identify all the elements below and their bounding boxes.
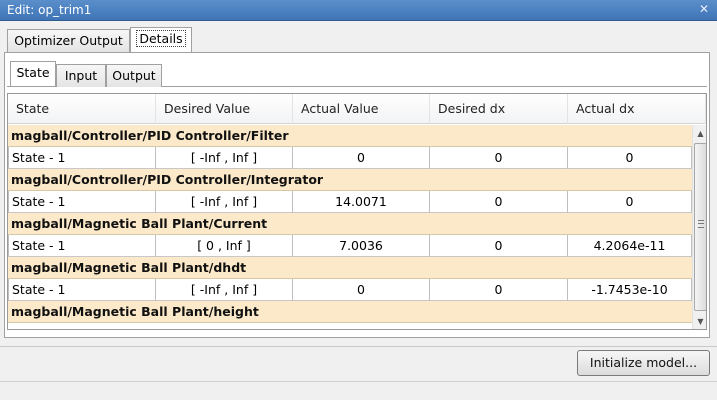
scrollbar-thumb[interactable] xyxy=(694,143,706,311)
cell-desired-value[interactable]: [ -Inf , Inf ] xyxy=(156,191,293,213)
tab-optimizer-output-label: Optimizer Output xyxy=(14,33,123,48)
cell-desired-dx[interactable]: 0 xyxy=(430,147,568,169)
tab-details-label: Details xyxy=(136,30,186,47)
cell-desired-value[interactable]: [ 0 , Inf ] xyxy=(156,235,293,257)
tab-output[interactable]: Output xyxy=(106,64,162,87)
vertical-scrollbar[interactable]: ▲ ▼ xyxy=(692,125,706,329)
window-title: Edit: op_trim1 xyxy=(7,3,92,17)
cell-desired-dx[interactable]: 0 xyxy=(430,279,568,301)
tab-details[interactable]: Details xyxy=(130,27,192,52)
table-row[interactable]: State - 1 [ 0 , Inf ] 7.0036 0 4.2064e-1… xyxy=(8,235,692,257)
table-row[interactable]: State - 1 [ -Inf , Inf ] 0 0 -1.7453e-10 xyxy=(8,279,692,301)
title-bar: Edit: op_trim1 ✕ xyxy=(0,0,717,21)
tab-state[interactable]: State xyxy=(10,61,56,86)
group-row-filter[interactable]: magball/Controller/PID Controller/Filter xyxy=(8,125,692,147)
group-row-height[interactable]: magball/Magnetic Ball Plant/height xyxy=(8,301,692,323)
grip-icon xyxy=(698,220,704,228)
table-header: State Desired Value Actual Value Desired… xyxy=(8,94,706,124)
state-table: State Desired Value Actual Value Desired… xyxy=(7,93,707,330)
cell-desired-value[interactable]: [ -Inf , Inf ] xyxy=(156,147,293,169)
cell-state[interactable]: State - 1 xyxy=(8,191,156,213)
header-desired-dx[interactable]: Desired dx xyxy=(430,94,568,124)
header-state[interactable]: State xyxy=(8,94,156,124)
group-row-current[interactable]: magball/Magnetic Ball Plant/Current xyxy=(8,213,692,235)
close-icon[interactable]: ✕ xyxy=(697,2,711,16)
scroll-down-icon[interactable]: ▼ xyxy=(693,313,706,329)
table-row[interactable]: State - 1 [ -Inf , Inf ] 14.0071 0 0 xyxy=(8,191,692,213)
header-desired-value[interactable]: Desired Value xyxy=(156,94,293,124)
group-row-integrator[interactable]: magball/Controller/PID Controller/Integr… xyxy=(8,169,692,191)
divider xyxy=(0,346,717,347)
cell-state[interactable]: State - 1 xyxy=(8,235,156,257)
cell-state[interactable]: State - 1 xyxy=(8,147,156,169)
cell-desired-value[interactable]: [ -Inf , Inf ] xyxy=(156,279,293,301)
cell-desired-dx[interactable]: 0 xyxy=(430,235,568,257)
scroll-up-icon[interactable]: ▲ xyxy=(693,125,706,142)
group-row-dhdt[interactable]: magball/Magnetic Ball Plant/dhdt xyxy=(8,257,692,279)
cell-actual-dx: 4.2064e-11 xyxy=(568,235,692,257)
tab-state-label: State xyxy=(16,65,50,80)
header-actual-dx[interactable]: Actual dx xyxy=(568,94,706,124)
table-row[interactable]: State - 1 [ -Inf , Inf ] 0 0 0 xyxy=(8,147,692,169)
table-body: magball/Controller/PID Controller/Filter… xyxy=(8,125,692,323)
tab-input[interactable]: Input xyxy=(56,64,106,87)
cell-actual-value: 0 xyxy=(293,279,430,301)
cell-actual-dx: 0 xyxy=(568,147,692,169)
tab-optimizer-output[interactable]: Optimizer Output xyxy=(7,29,130,52)
cell-actual-dx: 0 xyxy=(568,191,692,213)
cell-state[interactable]: State - 1 xyxy=(8,279,156,301)
tab-output-label: Output xyxy=(112,68,156,83)
cell-actual-value: 7.0036 xyxy=(293,235,430,257)
header-actual-value[interactable]: Actual Value xyxy=(293,94,430,124)
cell-desired-dx[interactable]: 0 xyxy=(430,191,568,213)
status-bar xyxy=(0,381,717,400)
cell-actual-value: 14.0071 xyxy=(293,191,430,213)
initialize-model-button[interactable]: Initialize model... xyxy=(577,350,710,376)
cell-actual-value: 0 xyxy=(293,147,430,169)
cell-actual-dx: -1.7453e-10 xyxy=(568,279,692,301)
tab-input-label: Input xyxy=(64,68,98,83)
